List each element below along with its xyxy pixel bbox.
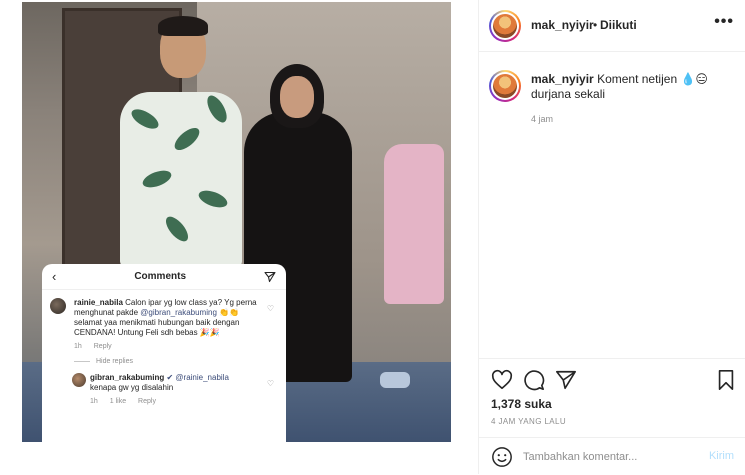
reply-mention: @rainie_nabila bbox=[175, 373, 229, 382]
comment-text: rainie_nabila Calon ipar yg low class ya… bbox=[74, 298, 262, 338]
photo-pink-jacket bbox=[384, 144, 444, 304]
profile-avatar[interactable] bbox=[489, 10, 521, 42]
verified-badge-icon: ✔ bbox=[166, 373, 174, 382]
caption-time: 4 jam bbox=[531, 114, 554, 124]
hide-replies-label: Hide replies bbox=[96, 358, 133, 365]
separator-dot: • bbox=[593, 18, 598, 32]
comments-card-title: Comments bbox=[134, 271, 187, 282]
post-caption: mak_nyiyir Koment netijen 💧😑 durjana sek… bbox=[531, 72, 731, 102]
likes-count[interactable]: 1,378 suka bbox=[491, 397, 552, 411]
photo-woman-face bbox=[280, 76, 314, 118]
reply-body: kenapa gw yg disalahin bbox=[90, 383, 174, 392]
avatar-image bbox=[493, 74, 517, 98]
avatar bbox=[72, 373, 86, 387]
comment-meta: 1h Reply bbox=[74, 342, 262, 352]
reply-meta: 1h 1 like Reply bbox=[90, 397, 262, 407]
comment-item: ♡ rainie_nabila Calon ipar yg low class … bbox=[42, 290, 286, 352]
instagram-post-view: ‹ Comments ♡ rainie_nabila Calon ipar yg… bbox=[0, 0, 745, 474]
avatar bbox=[50, 298, 66, 314]
post-timestamp[interactable]: 4 JAM YANG LALU bbox=[491, 417, 566, 426]
photo-shoe bbox=[380, 372, 410, 388]
reply-likes: 1 like bbox=[109, 398, 127, 405]
post-comment-button[interactable]: Kirim bbox=[709, 450, 734, 462]
heart-icon: ♡ bbox=[266, 304, 274, 313]
hide-replies: Hide replies bbox=[42, 352, 286, 365]
follow-status-button[interactable]: Diikuti bbox=[600, 18, 637, 32]
comments-card-header: ‹ Comments bbox=[42, 264, 286, 290]
post-header: mak_nyiyir • Diikuti ••• bbox=[479, 0, 745, 52]
photo-man-hair bbox=[158, 16, 208, 36]
avatar-inner bbox=[491, 12, 519, 40]
reply-reply: Reply bbox=[138, 398, 156, 405]
reply-item: ♡ gibran_rakabuming ✔ @rainie_nabila kena… bbox=[42, 365, 286, 407]
post-username-link[interactable]: mak_nyiyir bbox=[531, 18, 594, 32]
send-icon bbox=[264, 271, 276, 283]
chevron-left-icon: ‹ bbox=[52, 269, 57, 284]
reply-username: gibran_rakabuming bbox=[90, 373, 165, 382]
post-side-panel: mak_nyiyir • Diikuti ••• mak_nyiyir Kome… bbox=[478, 0, 745, 474]
comment-reply: Reply bbox=[93, 343, 112, 350]
comment-bubble-icon[interactable] bbox=[523, 369, 547, 393]
reply-time: 1h bbox=[90, 398, 98, 405]
comment-time: 1h bbox=[74, 343, 82, 350]
share-send-icon[interactable] bbox=[555, 369, 579, 393]
reply-text: gibran_rakabuming ✔ @rainie_nabila kenapa… bbox=[90, 373, 262, 393]
avatar-image bbox=[493, 14, 517, 38]
divider bbox=[74, 361, 90, 362]
heart-icon: ♡ bbox=[266, 379, 274, 388]
bookmark-save-icon[interactable] bbox=[715, 369, 739, 393]
comments-screenshot-card: ‹ Comments ♡ rainie_nabila Calon ipar yg… bbox=[42, 264, 286, 442]
comment-username: rainie_nabila bbox=[74, 298, 123, 307]
comment-mention: @gibran_rakabuming bbox=[140, 308, 217, 317]
emoji-smile-icon[interactable] bbox=[491, 446, 513, 473]
caption-username-link[interactable]: mak_nyiyir bbox=[531, 72, 594, 86]
add-comment-input[interactable] bbox=[523, 448, 699, 466]
more-options-icon[interactable]: ••• bbox=[714, 13, 734, 31]
post-photo[interactable]: ‹ Comments ♡ rainie_nabila Calon ipar yg… bbox=[22, 2, 451, 442]
post-actions: 1,378 suka 4 JAM YANG LALU Kirim bbox=[479, 358, 745, 474]
like-heart-icon[interactable] bbox=[491, 369, 515, 393]
add-comment-bar: Kirim bbox=[479, 437, 745, 475]
caption-avatar[interactable] bbox=[489, 70, 521, 102]
avatar-inner bbox=[491, 72, 519, 100]
